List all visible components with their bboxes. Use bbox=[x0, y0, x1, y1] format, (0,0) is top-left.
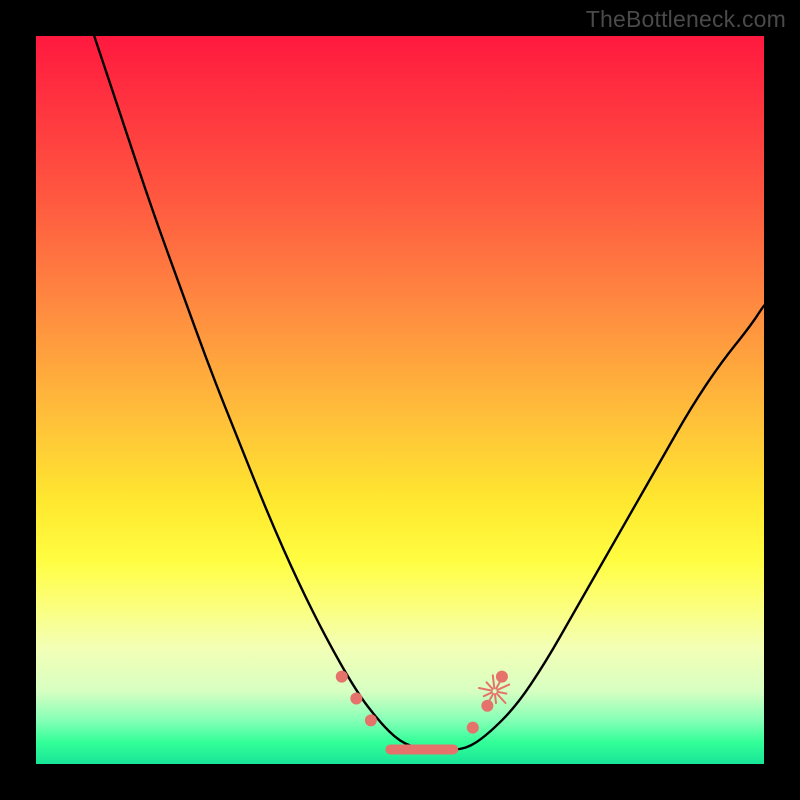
chart-frame: TheBottleneck.com bbox=[0, 0, 800, 800]
marker-dot bbox=[365, 714, 377, 726]
marker-dot bbox=[336, 671, 348, 683]
valley-marker bbox=[385, 744, 458, 754]
plot-area bbox=[36, 36, 764, 764]
marker-dot bbox=[350, 692, 362, 704]
curve-markers bbox=[336, 671, 508, 734]
marker-dot bbox=[467, 722, 479, 734]
watermark-text: TheBottleneck.com bbox=[586, 6, 786, 33]
bottleneck-curve bbox=[94, 36, 764, 749]
marker-dot bbox=[496, 671, 508, 683]
chart-svg bbox=[36, 36, 764, 764]
